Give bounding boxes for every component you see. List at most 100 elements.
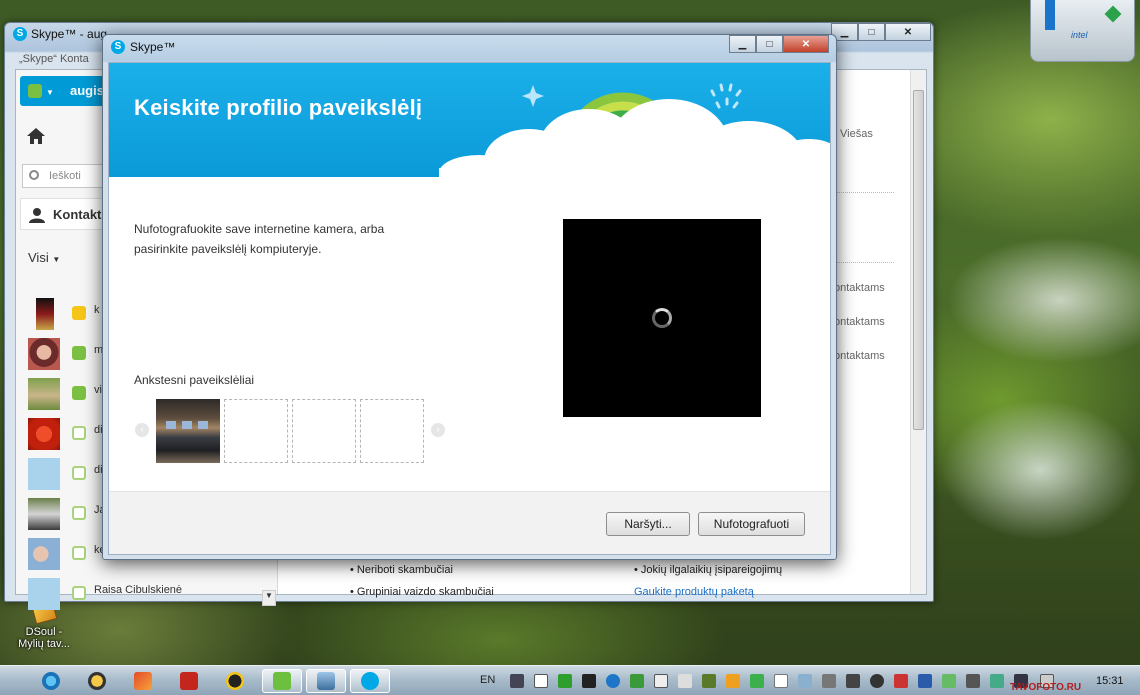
tray-icon[interactable] <box>750 674 764 688</box>
eye-app-icon <box>42 672 60 690</box>
tray-icon[interactable] <box>582 674 596 688</box>
tray-icon[interactable] <box>510 674 524 688</box>
contact-name: vi <box>94 384 102 396</box>
taskbar-app[interactable] <box>126 669 160 693</box>
maximize-button[interactable]: □ <box>858 23 885 41</box>
visibility-value[interactable]: ontaktams <box>834 316 885 328</box>
online-status-icon <box>28 84 42 98</box>
previous-pictures-label: Ankstesni paveikslėliai <box>134 373 255 387</box>
avatar <box>28 578 60 610</box>
maximize-button[interactable]: □ <box>756 35 783 53</box>
previous-picture-thumbnail[interactable] <box>156 399 220 463</box>
browse-button[interactable]: Naršyti... <box>606 512 690 536</box>
tray-icon[interactable] <box>822 674 836 688</box>
tray-icon[interactable] <box>654 674 668 688</box>
taskbar-app[interactable] <box>306 669 346 693</box>
scroll-down-button[interactable]: ▼ <box>262 590 276 606</box>
offline-status-icon <box>72 426 86 440</box>
tray-icon[interactable] <box>990 674 1004 688</box>
computer-app-icon <box>317 672 335 690</box>
empty-picture-slot <box>224 399 288 463</box>
thumbnail-detail <box>182 421 192 429</box>
bluetooth-icon[interactable] <box>918 674 932 688</box>
avatar <box>28 458 60 490</box>
next-arrow-button[interactable]: › <box>431 423 445 437</box>
red-app-icon <box>134 672 152 690</box>
home-icon[interactable] <box>26 126 46 146</box>
tray-icon[interactable] <box>558 674 572 688</box>
dialog-description: Nufotografuokite save internetine kamera… <box>134 222 385 256</box>
dialog-heading: Keiskite profilio paveikslėlį <box>134 95 423 120</box>
empty-picture-slot <box>360 399 424 463</box>
tray-icon[interactable] <box>606 674 620 688</box>
language-indicator[interactable]: EN <box>480 674 495 686</box>
offline-status-icon <box>72 506 86 520</box>
tray-icon[interactable] <box>870 674 884 688</box>
taskbar-app[interactable] <box>34 669 68 693</box>
main-menu-bar[interactable]: „Skype“ Konta <box>19 53 89 65</box>
dialog-content-area: Keiskite profilio paveikslėlį Nufotograf… <box>108 62 831 555</box>
tray-icon[interactable] <box>534 674 548 688</box>
chevron-down-icon: ▼ <box>46 88 54 97</box>
tray-icon[interactable] <box>678 674 692 688</box>
contact-item[interactable]: Raisa Cibulskienė <box>28 578 268 612</box>
visibility-value[interactable]: ontaktams <box>834 282 885 294</box>
dialog-main: Nufotografuokite save internetine kamera… <box>109 177 830 491</box>
chevron-down-icon: ▼ <box>52 255 61 264</box>
previous-arrow-button[interactable]: ‹ <box>135 423 149 437</box>
desktop-gadget[interactable]: intel <box>1030 0 1135 62</box>
take-photo-button[interactable]: Nufotografuoti <box>698 512 805 536</box>
main-window-title: S Skype™ - aug <box>13 27 107 41</box>
avatar <box>28 538 60 570</box>
close-button[interactable]: ✕ <box>783 35 829 53</box>
contacts-filter-dropdown[interactable]: Visi ▼ <box>28 250 60 265</box>
tray-icon[interactable] <box>846 674 860 688</box>
taskbar-app[interactable] <box>218 669 252 693</box>
privacy-value[interactable]: Viešas <box>840 128 873 140</box>
avatar <box>28 338 60 370</box>
flag-icon[interactable] <box>894 674 908 688</box>
online-status-icon <box>72 386 86 400</box>
tray-icon[interactable] <box>702 674 716 688</box>
visibility-value[interactable]: ontaktams <box>834 350 885 362</box>
contact-name: k <box>94 304 100 316</box>
loading-spinner-icon <box>652 308 672 328</box>
thumbnail-detail <box>198 421 208 429</box>
offline-status-icon <box>72 466 86 480</box>
feature-bullet: • Jokių ilgalaikių įsipareigojimų <box>634 564 783 576</box>
taskbar-app[interactable] <box>262 669 302 693</box>
search-icon <box>29 170 39 180</box>
divider <box>834 192 894 193</box>
offline-status-icon <box>72 586 86 600</box>
divider <box>834 262 894 263</box>
taskbar-app[interactable] <box>80 669 114 693</box>
watermark: TAVOFOTO.RU <box>1010 682 1082 693</box>
tray-icon[interactable] <box>942 674 956 688</box>
avatar <box>28 378 60 410</box>
gadget-chip-icon: intel <box>1071 30 1088 40</box>
get-package-link[interactable]: Gaukite produktų paketą <box>634 586 754 598</box>
search-placeholder: Ieškoti <box>49 170 81 182</box>
skype-logo-icon: S <box>111 40 125 54</box>
online-status-icon <box>72 346 86 360</box>
skype-logo-icon: S <box>13 27 27 41</box>
away-status-icon <box>72 306 86 320</box>
vertical-scrollbar[interactable] <box>910 70 926 594</box>
change-picture-dialog: S Skype™ ▁ □ ✕ Keiskite profilio paveiks… <box>102 34 837 560</box>
avatar <box>28 418 60 450</box>
webcam-preview <box>563 219 761 417</box>
tray-icon[interactable] <box>726 674 740 688</box>
scrollbar-thumb[interactable] <box>913 90 924 430</box>
tray-icon[interactable] <box>798 674 812 688</box>
skype-taskbar-icon <box>361 672 379 690</box>
network-icon[interactable] <box>966 674 980 688</box>
taskbar-skype[interactable] <box>350 669 390 693</box>
contacts-tab-label: Kontakt <box>53 207 102 222</box>
minimize-button[interactable]: ▁ <box>729 35 756 53</box>
system-clock[interactable]: 15:31 <box>1096 675 1124 687</box>
dialog-window-controls: ▁ □ ✕ <box>729 35 829 53</box>
close-button[interactable]: ✕ <box>885 23 931 41</box>
tray-icon[interactable] <box>630 674 644 688</box>
tray-icon[interactable] <box>774 674 788 688</box>
taskbar-app[interactable] <box>172 669 206 693</box>
